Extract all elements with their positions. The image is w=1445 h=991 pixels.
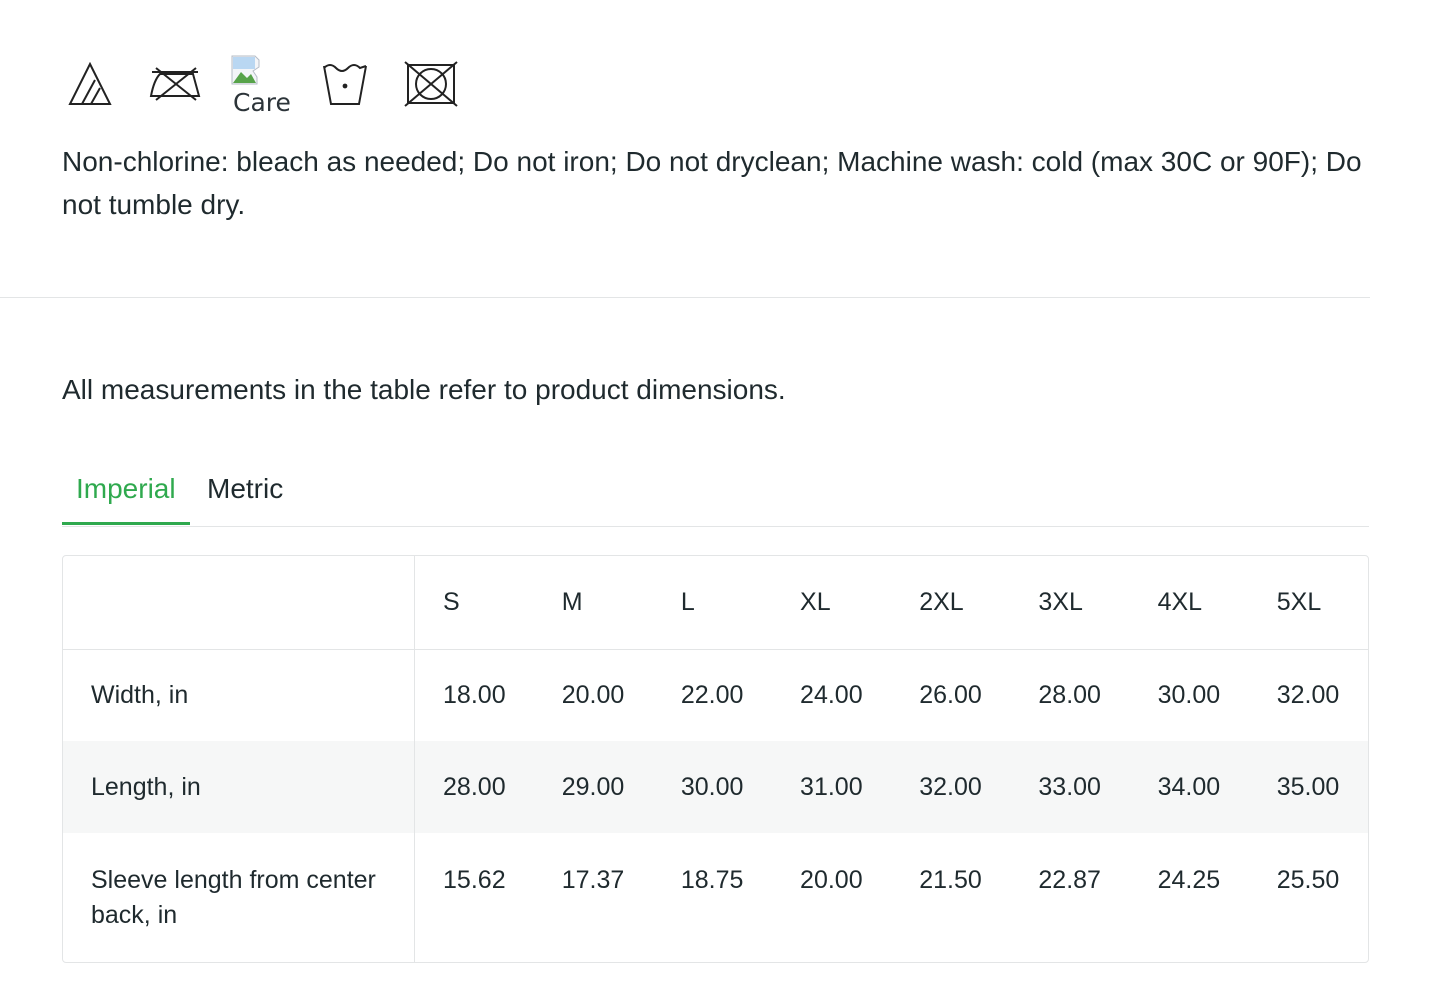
table-cell: 33.00 <box>1038 772 1101 801</box>
table-cell: 24.00 <box>800 680 863 709</box>
table-cell: 35.00 <box>1276 772 1340 801</box>
table-cell: 18.75 <box>680 866 744 894</box>
size-header: XL <box>800 587 831 616</box>
table-cell: 21.50 <box>919 866 982 894</box>
size-header: 4XL <box>1157 587 1203 616</box>
table-cell: 18.00 <box>443 680 506 709</box>
table-cell: 29.00 <box>561 772 625 801</box>
size-header: S <box>443 587 460 616</box>
size-header: L <box>680 587 695 616</box>
row-label: Length, in <box>63 741 416 833</box>
table-cell: 30.00 <box>1157 680 1221 709</box>
table-cell: 25.50 <box>1276 866 1340 894</box>
table-header-row: S M L XL 2XL 3XL 4XL 5XL <box>63 556 1368 649</box>
table-cell: 22.87 <box>1038 866 1101 894</box>
table-cell: 31.00 <box>800 772 863 801</box>
table-cell: 20.00 <box>561 680 625 709</box>
size-header: 2XL <box>919 587 964 616</box>
table-cell: 32.00 <box>1276 680 1340 709</box>
care-instructions: Non-chlorine: bleach as needed; Do not i… <box>62 146 1362 220</box>
table-cell: 30.00 <box>680 772 744 801</box>
size-header: 3XL <box>1038 587 1083 616</box>
size-header: 5XL <box>1276 587 1322 616</box>
table-row: Width, in 18.00 20.00 22.00 24.00 26.00 … <box>63 649 1368 741</box>
non-chlorine-bleach-icon <box>68 62 112 106</box>
header-empty-cell <box>63 556 416 649</box>
do-not-tumble-dry-icon <box>404 61 458 107</box>
unit-tabs: Imperial Metric <box>62 456 1369 527</box>
size-header: M <box>561 587 583 616</box>
care-image-broken: Care <box>231 55 295 117</box>
table-cell: 15.62 <box>443 866 506 894</box>
row-label: Width, in <box>63 649 416 741</box>
measurements-note: All measurements in the table refer to p… <box>62 374 786 405</box>
broken-image-alt-text: Care <box>233 88 291 117</box>
do-not-iron-icon <box>148 66 202 102</box>
machine-wash-cold-icon <box>322 62 368 106</box>
table-cell: 26.00 <box>919 680 982 709</box>
section-divider <box>0 297 1370 298</box>
table-cell: 32.00 <box>919 772 982 801</box>
table-row: Sleeve length from center back, in 15.62… <box>63 833 1368 962</box>
table-cell: 24.25 <box>1157 866 1221 894</box>
row-label: Sleeve length from center back, in <box>63 833 416 962</box>
table-cell: 20.00 <box>800 866 863 894</box>
size-chart-table: S M L XL 2XL 3XL 4XL 5XL Width, in 18.00… <box>62 555 1369 963</box>
table-cell: 28.00 <box>1038 680 1101 709</box>
table-row: Length, in 28.00 29.00 30.00 31.00 32.00… <box>63 741 1368 833</box>
tab-metric[interactable]: Metric <box>193 456 297 525</box>
table-cell: 22.00 <box>680 680 744 709</box>
table-cell: 28.00 <box>443 772 506 801</box>
tab-imperial[interactable]: Imperial <box>62 456 190 525</box>
broken-image-icon <box>231 55 260 85</box>
table-cell: 17.37 <box>561 866 625 894</box>
table-cell: 34.00 <box>1157 772 1221 801</box>
